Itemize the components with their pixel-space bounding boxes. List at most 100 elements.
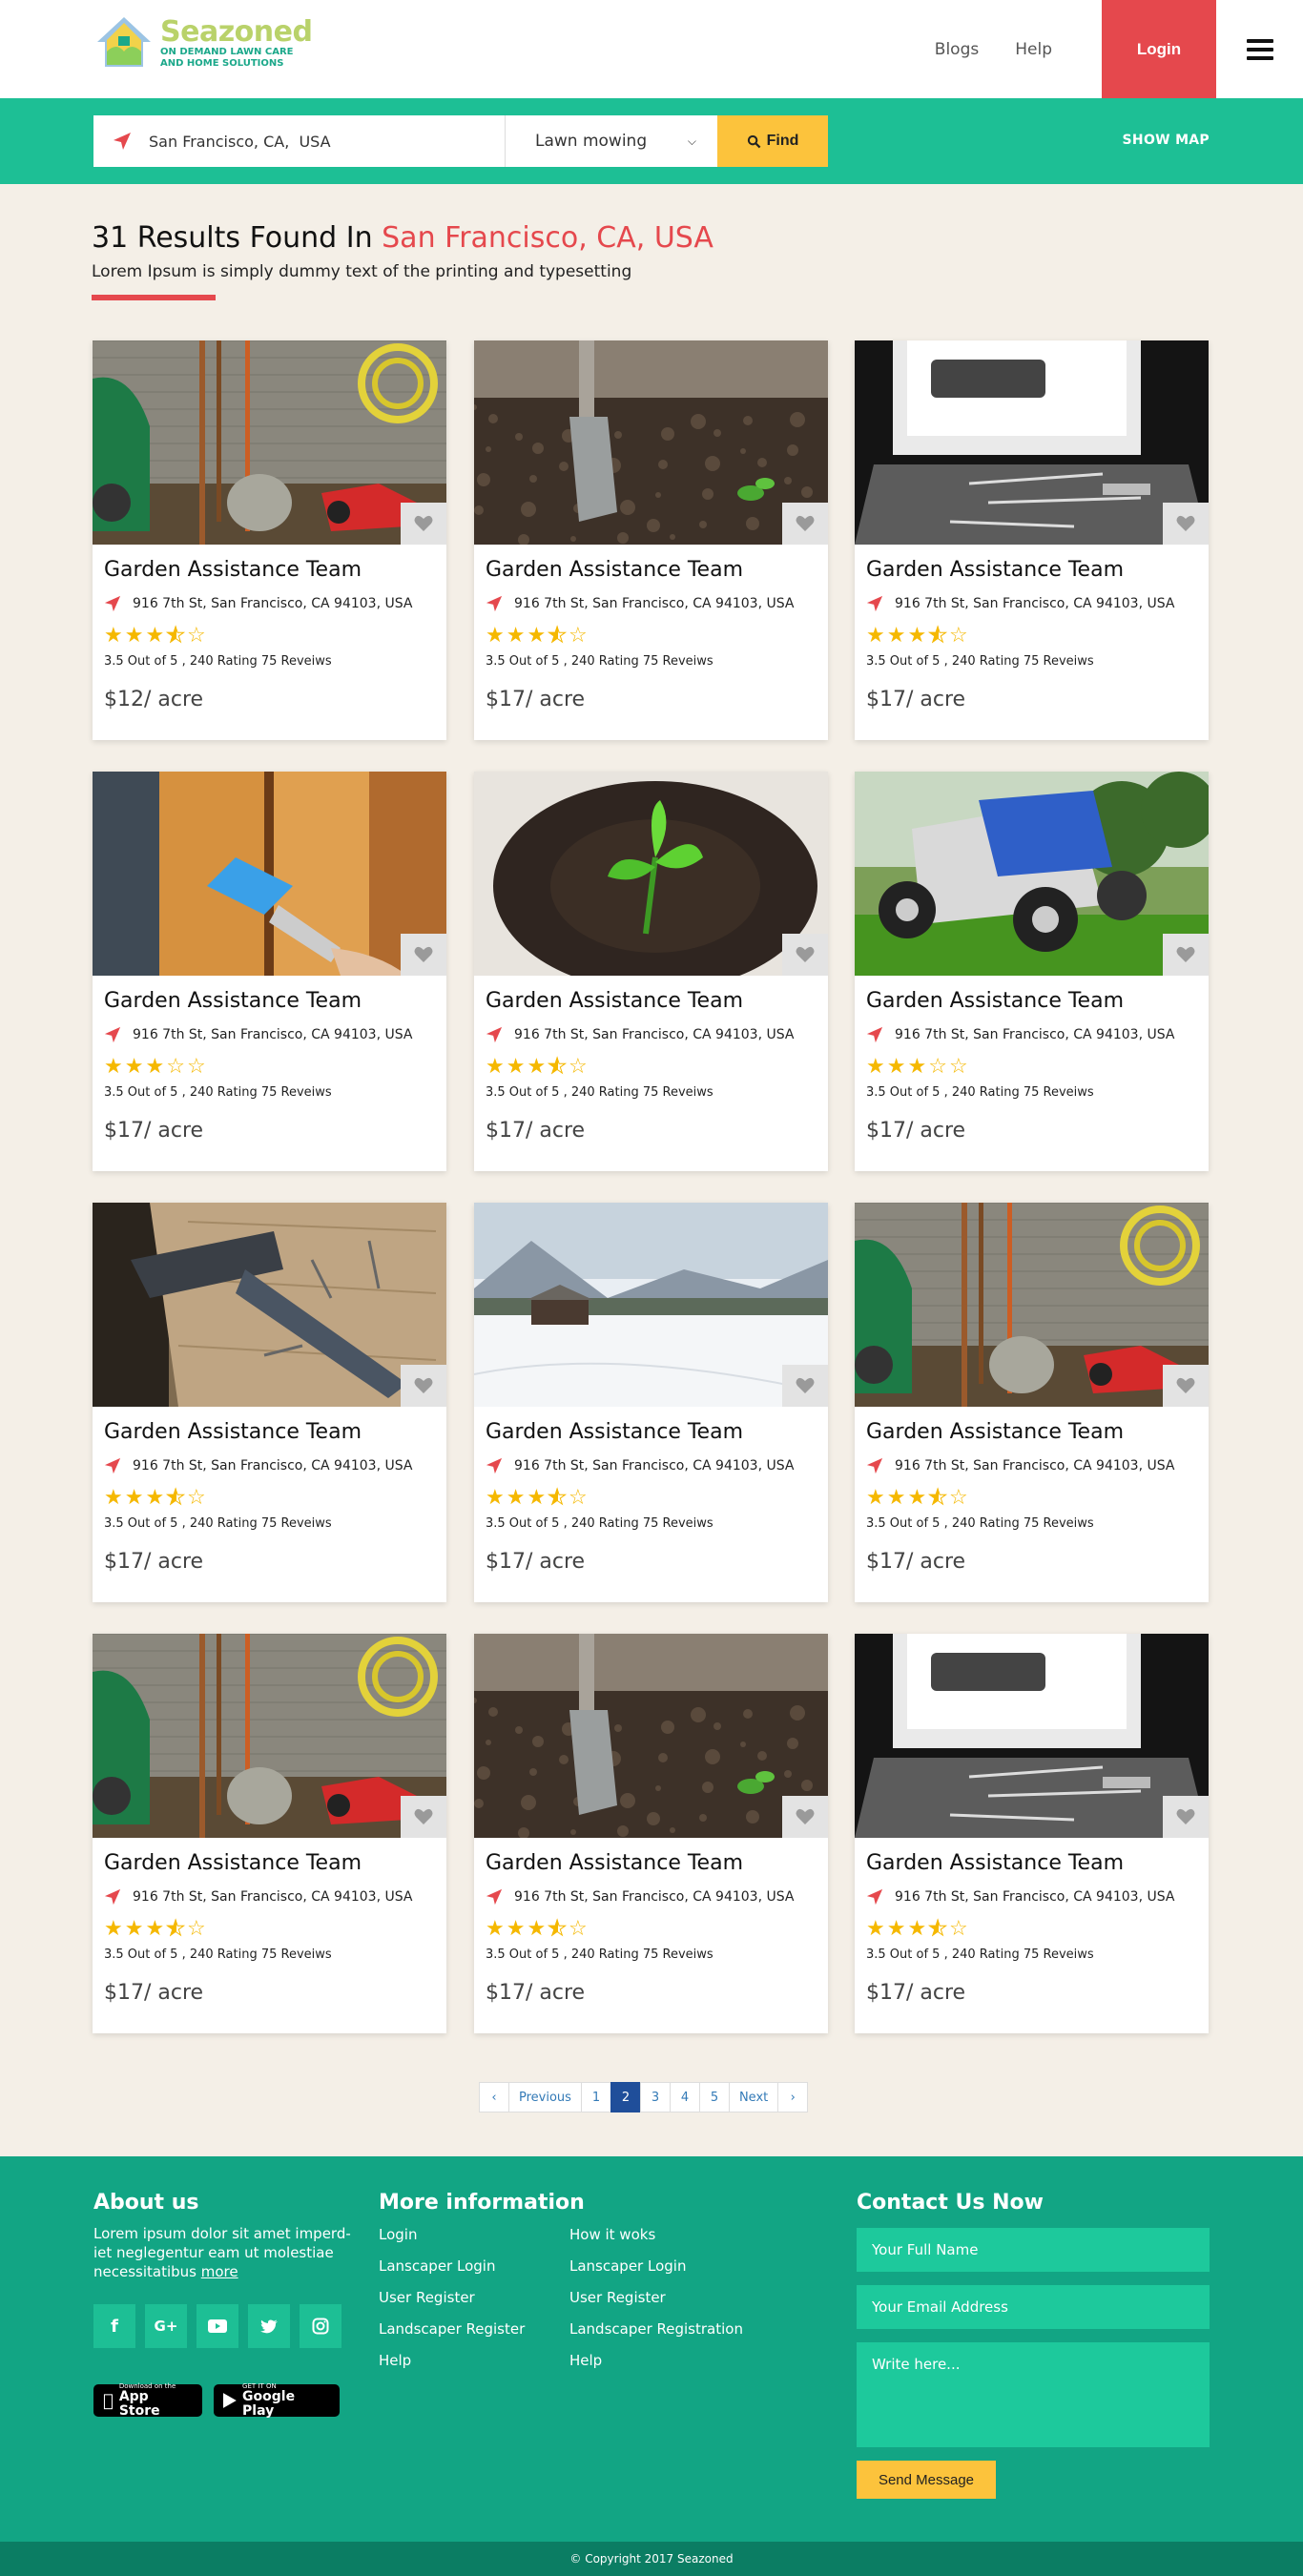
card-photo <box>474 772 828 976</box>
service-select[interactable]: Lawn mowing ⌵ <box>506 115 717 167</box>
service-card[interactable]: Garden Assistance Team 916 7th St, San Fr… <box>93 772 446 1171</box>
star-full-icon: ★ <box>907 1917 929 1941</box>
page-5[interactable]: 5 <box>698 2082 730 2112</box>
favorite-button[interactable] <box>782 1365 828 1407</box>
favorite-button[interactable] <box>782 503 828 545</box>
footer-link[interactable]: Help <box>379 2352 569 2369</box>
login-button[interactable]: Login <box>1102 0 1216 98</box>
card-image-garden-tools[interactable] <box>93 1634 446 1838</box>
footer-contact: Contact Us Now Your Full Name Your Email… <box>857 2191 1210 2499</box>
card-title[interactable]: Garden Assistance Team <box>866 1851 1197 1875</box>
youtube-icon[interactable] <box>196 2304 238 2348</box>
instagram-icon[interactable] <box>300 2304 341 2348</box>
card-image-shovel-soil[interactable] <box>474 340 828 545</box>
card-title[interactable]: Garden Assistance Team <box>866 558 1197 582</box>
favorite-button[interactable] <box>401 1796 446 1838</box>
twitter-icon[interactable] <box>248 2304 290 2348</box>
footer-link[interactable]: User Register <box>379 2289 569 2306</box>
favorite-button[interactable] <box>1163 1365 1209 1407</box>
email-field[interactable]: Your Email Address <box>857 2285 1210 2329</box>
footer-link[interactable]: Login <box>379 2226 569 2243</box>
service-card[interactable]: Garden Assistance Team 916 7th St, San Fr… <box>93 1634 446 2033</box>
service-card[interactable]: Garden Assistance Team 916 7th St, San Fr… <box>855 772 1209 1171</box>
footer-link[interactable]: User Register <box>569 2289 760 2306</box>
favorite-button[interactable] <box>1163 503 1209 545</box>
footer-link[interactable]: Lanscaper Login <box>379 2257 569 2275</box>
service-card[interactable]: Garden Assistance Team 916 7th St, San Fr… <box>93 1203 446 1602</box>
favorite-button[interactable] <box>401 503 446 545</box>
page-next[interactable]: Next <box>728 2082 779 2112</box>
card-image-paint-brush[interactable] <box>93 772 446 976</box>
service-card[interactable]: Garden Assistance Team 916 7th St, San Fr… <box>855 1634 1209 2033</box>
name-field[interactable]: Your Full Name <box>857 2228 1210 2272</box>
chevron-right-icon[interactable]: › <box>777 2082 809 2112</box>
service-card[interactable]: Garden Assistance Team 916 7th St, San Fr… <box>474 1634 828 2033</box>
card-image-garden-tools[interactable] <box>93 340 446 545</box>
card-title[interactable]: Garden Assistance Team <box>486 1420 817 1444</box>
heart-icon <box>414 515 433 531</box>
service-card[interactable]: Garden Assistance Team 916 7th St, San Fr… <box>855 1203 1209 1602</box>
nav-blogs[interactable]: Blogs <box>935 40 979 59</box>
chevron-left-icon[interactable]: ‹ <box>479 2082 509 2112</box>
page-3[interactable]: 3 <box>639 2082 671 2112</box>
location-input[interactable] <box>149 132 464 151</box>
card-image-garden-tools[interactable] <box>855 1203 1209 1407</box>
star-half-icon: ★ <box>928 624 949 648</box>
facebook-icon[interactable]: f <box>93 2304 135 2348</box>
find-button[interactable]: Find <box>717 115 828 167</box>
service-card[interactable]: Garden Assistance Team 916 7th St, San Fr… <box>855 340 1209 740</box>
card-image-window-tools[interactable] <box>855 340 1209 545</box>
favorite-button[interactable] <box>401 1365 446 1407</box>
service-card[interactable]: Garden Assistance Team 916 7th St, San Fr… <box>93 340 446 740</box>
card-image-shovel-soil[interactable] <box>474 1634 828 1838</box>
card-title[interactable]: Garden Assistance Team <box>104 1851 435 1875</box>
footer-link[interactable]: Landscaper Registration <box>569 2320 760 2338</box>
favorite-button[interactable] <box>782 934 828 976</box>
location-field[interactable] <box>93 115 506 167</box>
location-arrow-icon <box>104 1457 121 1474</box>
show-map-link[interactable]: SHOW MAP <box>1123 133 1210 148</box>
service-card[interactable]: Garden Assistance Team 916 7th St, San Fr… <box>474 772 828 1171</box>
footer-link[interactable]: Help <box>569 2352 760 2369</box>
favorite-button[interactable] <box>401 934 446 976</box>
google-play-badge[interactable]: GET IT ON Google Play <box>214 2382 340 2419</box>
card-image-snow-landscape[interactable] <box>474 1203 828 1407</box>
card-title[interactable]: Garden Assistance Team <box>866 989 1197 1013</box>
card-title[interactable]: Garden Assistance Team <box>486 558 817 582</box>
card-image-hammer-nails[interactable] <box>93 1203 446 1407</box>
card-title[interactable]: Garden Assistance Team <box>104 558 435 582</box>
favorite-button[interactable] <box>1163 934 1209 976</box>
page-4[interactable]: 4 <box>669 2082 700 2112</box>
card-title[interactable]: Garden Assistance Team <box>866 1420 1197 1444</box>
footer-link[interactable]: How it woks <box>569 2226 760 2243</box>
card-title[interactable]: Garden Assistance Team <box>104 1420 435 1444</box>
star-full-icon: ★ <box>486 1486 507 1510</box>
page-previous[interactable]: Previous <box>508 2082 582 2112</box>
card-title[interactable]: Garden Assistance Team <box>104 989 435 1013</box>
card-photo <box>474 1203 828 1407</box>
favorite-button[interactable] <box>1163 1796 1209 1838</box>
favorite-button[interactable] <box>782 1796 828 1838</box>
page-1[interactable]: 1 <box>580 2082 611 2112</box>
logo[interactable]: Seazoned ON DEMAND LAWN CARE AND HOME SO… <box>93 13 313 74</box>
google-plus-icon[interactable]: G+ <box>145 2304 187 2348</box>
card-image-window-tools[interactable] <box>855 1634 1209 1838</box>
star-full-icon: ★ <box>866 1486 887 1510</box>
page-2[interactable]: 2 <box>610 2082 641 2112</box>
rating-text: 3.5 Out of 5 , 240 Rating 75 Reveiws <box>866 1516 1094 1531</box>
brand-tagline-2: AND HOME SOLUTIONS <box>160 58 284 69</box>
card-title[interactable]: Garden Assistance Team <box>486 989 817 1013</box>
card-image-seedling[interactable] <box>474 772 828 976</box>
service-card[interactable]: Garden Assistance Team 916 7th St, San Fr… <box>474 340 828 740</box>
message-field[interactable]: Write here... <box>857 2342 1210 2447</box>
app-store-badge[interactable]:  Download on theApp Store <box>93 2382 203 2419</box>
footer-link[interactable]: Landscaper Register <box>379 2320 569 2338</box>
send-message-button[interactable]: Send Message <box>857 2461 996 2499</box>
service-card[interactable]: Garden Assistance Team 916 7th St, San Fr… <box>474 1203 828 1602</box>
about-more-link[interactable]: more <box>201 2263 238 2280</box>
menu-button[interactable] <box>1216 0 1303 98</box>
nav-help[interactable]: Help <box>1015 40 1052 59</box>
footer-link[interactable]: Lanscaper Login <box>569 2257 760 2275</box>
card-title[interactable]: Garden Assistance Team <box>486 1851 817 1875</box>
card-image-lawn-mower[interactable] <box>855 772 1209 976</box>
